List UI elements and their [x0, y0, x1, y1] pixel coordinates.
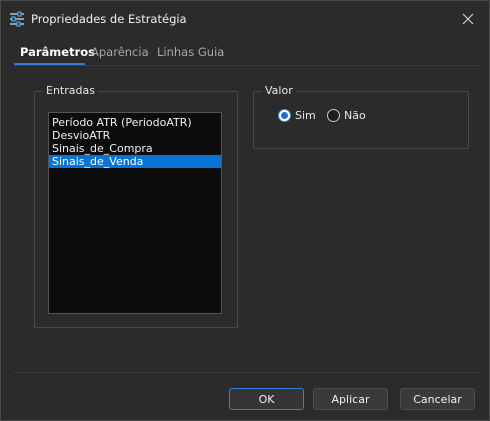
- footer-divider: [14, 372, 479, 373]
- window-title: Propriedades de Estratégia: [31, 12, 187, 26]
- valor-group-label: Valor: [262, 84, 296, 97]
- active-tab-indicator: [14, 63, 85, 65]
- list-item-selected[interactable]: Sinais_de_Venda: [49, 155, 221, 168]
- properties-dialog: Propriedades de Estratégia Parâmetros Ap…: [0, 0, 490, 421]
- close-icon[interactable]: [459, 10, 477, 28]
- cancel-button[interactable]: Cancelar: [400, 388, 475, 410]
- radio-sim-label: Sim: [295, 109, 316, 122]
- entradas-listbox[interactable]: Período ATR (PeriodoATR) DesvioATR Sinai…: [48, 112, 222, 314]
- entradas-group-label: Entradas: [43, 84, 98, 97]
- radio-unchecked-icon: [327, 109, 340, 122]
- tab-parametros[interactable]: Parâmetros: [20, 45, 95, 59]
- list-item[interactable]: Sinais_de_Compra: [49, 142, 221, 155]
- sliders-icon: [9, 11, 25, 27]
- radio-checked-icon: [278, 109, 291, 122]
- title-bar: Propriedades de Estratégia: [1, 1, 489, 37]
- ok-button[interactable]: OK: [229, 388, 304, 410]
- tab-divider: [14, 65, 479, 66]
- list-item[interactable]: DesvioATR: [49, 129, 221, 142]
- list-item[interactable]: Período ATR (PeriodoATR): [49, 116, 221, 129]
- entradas-group: Entradas Período ATR (PeriodoATR) Desvio…: [34, 84, 238, 328]
- apply-button[interactable]: Aplicar: [313, 388, 388, 410]
- tab-aparencia[interactable]: Aparência: [91, 45, 149, 59]
- radio-nao-label: Não: [344, 109, 366, 122]
- valor-group: Valor Sim Não: [253, 84, 469, 149]
- tab-linhas-guia[interactable]: Linhas Guia: [157, 45, 224, 59]
